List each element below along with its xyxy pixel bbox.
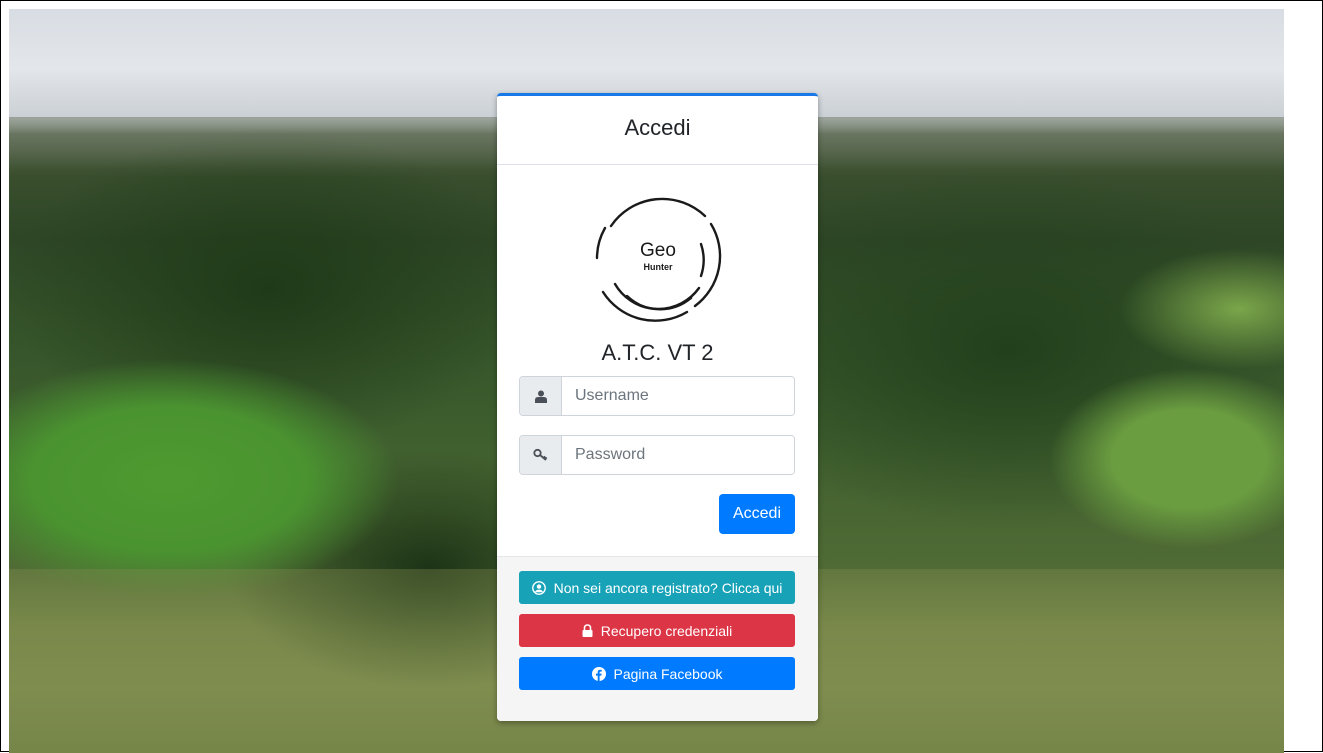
user-circle-icon — [531, 580, 546, 595]
facebook-page-button[interactable]: Pagina Facebook — [519, 657, 795, 690]
logo-text-hunter: Hunter — [644, 262, 673, 272]
recover-credentials-button[interactable]: Recupero credenziali — [519, 614, 795, 647]
recover-label: Recupero credenziali — [600, 622, 733, 639]
password-group — [519, 435, 795, 475]
facebook-label: Pagina Facebook — [613, 665, 723, 682]
lock-icon — [582, 624, 593, 637]
card-footer: Non sei ancora registrato? Clicca qui Re… — [497, 556, 818, 721]
username-input[interactable] — [562, 377, 794, 415]
geohunter-logo: Geo Hunter — [595, 197, 722, 322]
logo-text-geo: Geo — [640, 240, 676, 261]
screen-frame: Accedi Geo Hunter A.T.C. VT 2 Username A… — [0, 0, 1323, 753]
user-icon — [520, 377, 562, 415]
username-group — [519, 376, 795, 416]
login-button[interactable]: Accedi — [719, 494, 795, 534]
key-icon — [520, 436, 562, 474]
register-button[interactable]: Non sei ancora registrato? Clicca qui — [519, 571, 795, 604]
login-card: Accedi Geo Hunter A.T.C. VT 2 Username A… — [497, 93, 818, 721]
register-label: Non sei ancora registrato? Clicca qui — [553, 579, 783, 596]
card-title: Accedi — [624, 115, 691, 140]
card-header: Accedi — [497, 96, 818, 165]
facebook-icon — [591, 666, 606, 681]
organization-name: A.T.C. VT 2 — [601, 340, 714, 365]
password-input[interactable] — [562, 436, 794, 474]
